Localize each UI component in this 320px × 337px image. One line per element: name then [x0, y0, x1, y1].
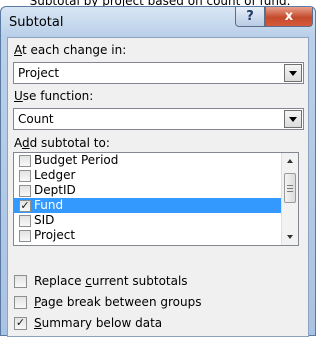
- list-item[interactable]: Budget Period: [14, 153, 298, 168]
- list-item[interactable]: ✓ Fund: [14, 198, 298, 213]
- scroll-up-icon[interactable]: [282, 153, 298, 169]
- list-item-label: Budget Period: [34, 153, 119, 167]
- dropdown-arrow-icon[interactable]: [284, 110, 302, 128]
- at-each-change-label: At each change in:: [14, 43, 127, 57]
- page-break-option[interactable]: Page break between groups: [14, 295, 201, 311]
- list-item-label: Project: [34, 228, 76, 242]
- list-item-checkbox[interactable]: ✓: [19, 200, 31, 212]
- list-item-label: Ledger: [34, 168, 76, 182]
- replace-checkbox[interactable]: [14, 275, 27, 288]
- list-item-checkbox[interactable]: [19, 185, 31, 197]
- scroll-down-icon[interactable]: [282, 229, 298, 245]
- list-item[interactable]: Project: [14, 228, 298, 243]
- close-button[interactable]: x: [265, 7, 313, 27]
- summary-checkbox[interactable]: ✓: [14, 317, 27, 330]
- add-subtotal-listbox[interactable]: Budget Period Ledger DeptID ✓ Fund SID Project: [13, 152, 299, 246]
- listbox-scrollbar[interactable]: [281, 153, 298, 245]
- list-item[interactable]: SID: [14, 213, 298, 228]
- use-function-value: Count: [18, 112, 54, 126]
- list-item-label: SID: [34, 213, 55, 227]
- list-item[interactable]: Ledger: [14, 168, 298, 183]
- help-button[interactable]: ?: [235, 7, 265, 27]
- at-each-change-dropdown[interactable]: Project: [13, 62, 304, 84]
- subtotal-dialog: Subtotal ? x At each change in: Project …: [0, 6, 316, 337]
- add-subtotal-label: Add subtotal to:: [14, 136, 110, 150]
- list-item-checkbox[interactable]: [19, 170, 31, 182]
- list-item[interactable]: DeptID: [14, 183, 298, 198]
- dialog-body: At each change in: Project Use function:…: [7, 37, 309, 337]
- summary-below-data-option[interactable]: ✓ Summary below data: [14, 316, 162, 332]
- list-item-label: Fund: [34, 198, 64, 212]
- scroll-thumb[interactable]: [284, 173, 296, 203]
- use-function-dropdown[interactable]: Count: [13, 108, 304, 130]
- use-function-label: Use function:: [14, 89, 94, 103]
- list-item-checkbox[interactable]: [19, 155, 31, 167]
- title-bar: Subtotal ? x: [1, 7, 315, 37]
- dialog-title: Subtotal: [9, 15, 64, 30]
- list-item-checkbox[interactable]: [19, 215, 31, 227]
- list-item-checkbox[interactable]: [19, 230, 31, 242]
- list-item-label: DeptID: [34, 183, 76, 197]
- replace-current-subtotals-option[interactable]: Replace current subtotals: [14, 274, 188, 290]
- at-each-change-value: Project: [18, 66, 60, 80]
- page-break-checkbox[interactable]: [14, 296, 27, 309]
- dropdown-arrow-icon[interactable]: [284, 64, 302, 82]
